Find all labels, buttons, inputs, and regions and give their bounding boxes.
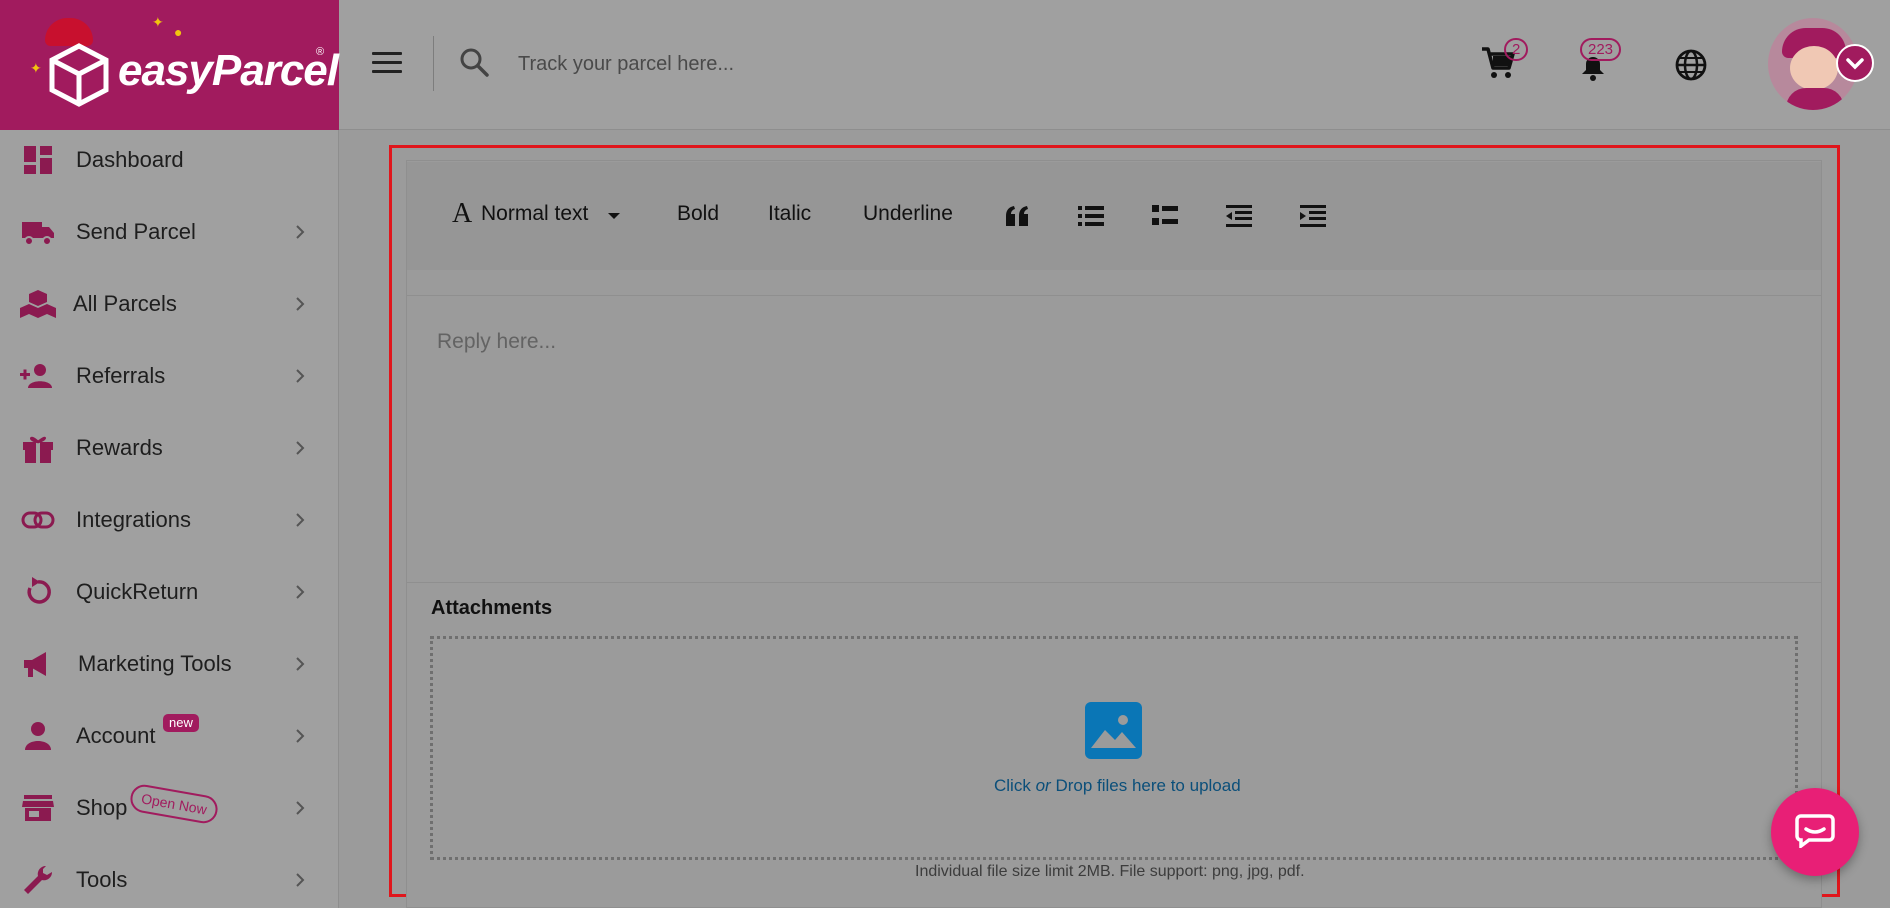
sidebar-item-label: QuickReturn xyxy=(76,579,199,604)
outdent-icon[interactable] xyxy=(1225,204,1253,228)
bold-button[interactable]: Bold xyxy=(677,202,719,226)
sidebar-item-dashboard[interactable]: Dashboard xyxy=(0,130,339,190)
registered-mark: ® xyxy=(316,46,325,58)
reply-area xyxy=(407,295,1821,583)
dashboard-icon xyxy=(24,146,52,174)
header-divider xyxy=(433,36,434,91)
chevron-right-icon xyxy=(296,513,305,527)
chevron-right-icon xyxy=(296,369,305,383)
sidebar-item-label: All Parcels xyxy=(73,291,177,316)
easyparcel-logo[interactable]: ✦ ✦ ● easyParcel ® xyxy=(0,0,339,130)
new-badge: new xyxy=(163,714,199,732)
globe-icon[interactable] xyxy=(1674,48,1708,82)
sidebar-item-label: Dashboard xyxy=(76,147,184,172)
bullet-list-icon[interactable] xyxy=(1077,204,1105,228)
megaphone-icon xyxy=(24,652,46,677)
chevron-right-icon xyxy=(296,873,305,887)
gift-icon xyxy=(23,436,53,463)
file-size-note: Individual file size limit 2MB. File sup… xyxy=(915,863,1305,880)
drop-files-text: Drop files here to upload xyxy=(1055,776,1241,795)
text-format-label: Normal text xyxy=(481,202,589,225)
store-icon xyxy=(22,795,54,821)
sidebar-item-integrations[interactable]: Integrations xyxy=(0,490,339,550)
sidebar-item-marketing-tools[interactable]: Marketing Tools xyxy=(0,634,339,694)
font-icon: A xyxy=(452,198,473,229)
numbered-list-icon[interactable] xyxy=(1151,204,1179,228)
sidebar-item-label: Integrations xyxy=(76,507,191,532)
blockquote-icon[interactable] xyxy=(1004,204,1030,228)
sidebar-item-label: Account xyxy=(76,723,156,748)
wrench-icon xyxy=(24,865,53,894)
sidebar-item-all-parcels[interactable]: All Parcels xyxy=(0,274,339,334)
link-icon xyxy=(21,511,55,529)
sidebar-item-label: Tools xyxy=(76,867,128,892)
reply-input[interactable] xyxy=(437,330,1737,354)
track-parcel-search-input[interactable] xyxy=(518,44,1078,84)
user-icon xyxy=(25,722,51,750)
italic-button[interactable]: Italic xyxy=(768,202,811,226)
chevron-right-icon xyxy=(296,585,305,599)
chevron-right-icon xyxy=(296,441,305,455)
indent-icon[interactable] xyxy=(1299,204,1327,228)
sidebar-item-tools[interactable]: Tools xyxy=(0,850,339,908)
boxes-icon xyxy=(20,290,56,318)
sidebar-item-quickreturn[interactable]: QuickReturn xyxy=(0,562,339,622)
notification-count-badge: 223 xyxy=(1580,38,1622,61)
sidebar-item-label: Send Parcel xyxy=(76,219,196,244)
sidebar-item-account[interactable]: Account new xyxy=(0,706,339,766)
menu-toggle-button[interactable] xyxy=(372,52,402,76)
dropzone-instruction[interactable]: Click or Drop files here to upload xyxy=(994,776,1241,796)
click-text: Click xyxy=(994,776,1031,795)
open-now-badge: Open Now xyxy=(128,782,220,826)
sidebar-item-label: Referrals xyxy=(76,363,166,388)
sidebar-item-label: Shop xyxy=(76,795,128,820)
sidebar-item-referrals[interactable]: Referrals xyxy=(0,346,339,406)
live-chat-button[interactable] xyxy=(1771,788,1859,876)
coin-icon: ● xyxy=(174,24,183,40)
sidebar-item-label: Rewards xyxy=(76,435,163,460)
chevron-right-icon xyxy=(296,297,305,311)
chevron-right-icon xyxy=(296,801,305,815)
chevron-right-icon xyxy=(296,657,305,671)
caret-down-icon xyxy=(608,213,620,219)
cube-icon xyxy=(49,43,109,107)
chevron-right-icon xyxy=(296,225,305,239)
image-upload-icon[interactable] xyxy=(1085,702,1142,759)
chat-icon xyxy=(1795,814,1835,848)
sparkle-icon: ✦ xyxy=(30,60,42,76)
return-icon xyxy=(27,577,51,604)
truck-icon xyxy=(22,222,54,246)
attachments-title: Attachments xyxy=(431,597,553,619)
top-header: ✦ ✦ ● easyParcel ® 2 223 xyxy=(0,0,1890,130)
sidebar-item-send-parcel[interactable]: Send Parcel xyxy=(0,202,339,262)
cart-count-badge: 2 xyxy=(1504,38,1529,61)
sidebar: Dashboard Send Parcel All Parcels Referr… xyxy=(0,130,339,908)
chevron-down-icon xyxy=(1846,58,1864,70)
account-dropdown-button[interactable] xyxy=(1836,44,1874,82)
chevron-right-icon xyxy=(296,729,305,743)
sparkle-icon: ✦ xyxy=(152,14,164,30)
underline-button[interactable]: Underline xyxy=(863,202,953,226)
sidebar-item-rewards[interactable]: Rewards xyxy=(0,418,339,478)
image-icon xyxy=(1091,715,1136,748)
sidebar-item-label: Marketing Tools xyxy=(78,651,232,676)
or-text: or xyxy=(1035,776,1051,795)
brand-name: easyParcel xyxy=(118,46,339,95)
search-icon xyxy=(460,48,489,77)
sidebar-item-shop[interactable]: Shop Open Now xyxy=(0,778,339,838)
add-user-icon xyxy=(20,364,52,388)
